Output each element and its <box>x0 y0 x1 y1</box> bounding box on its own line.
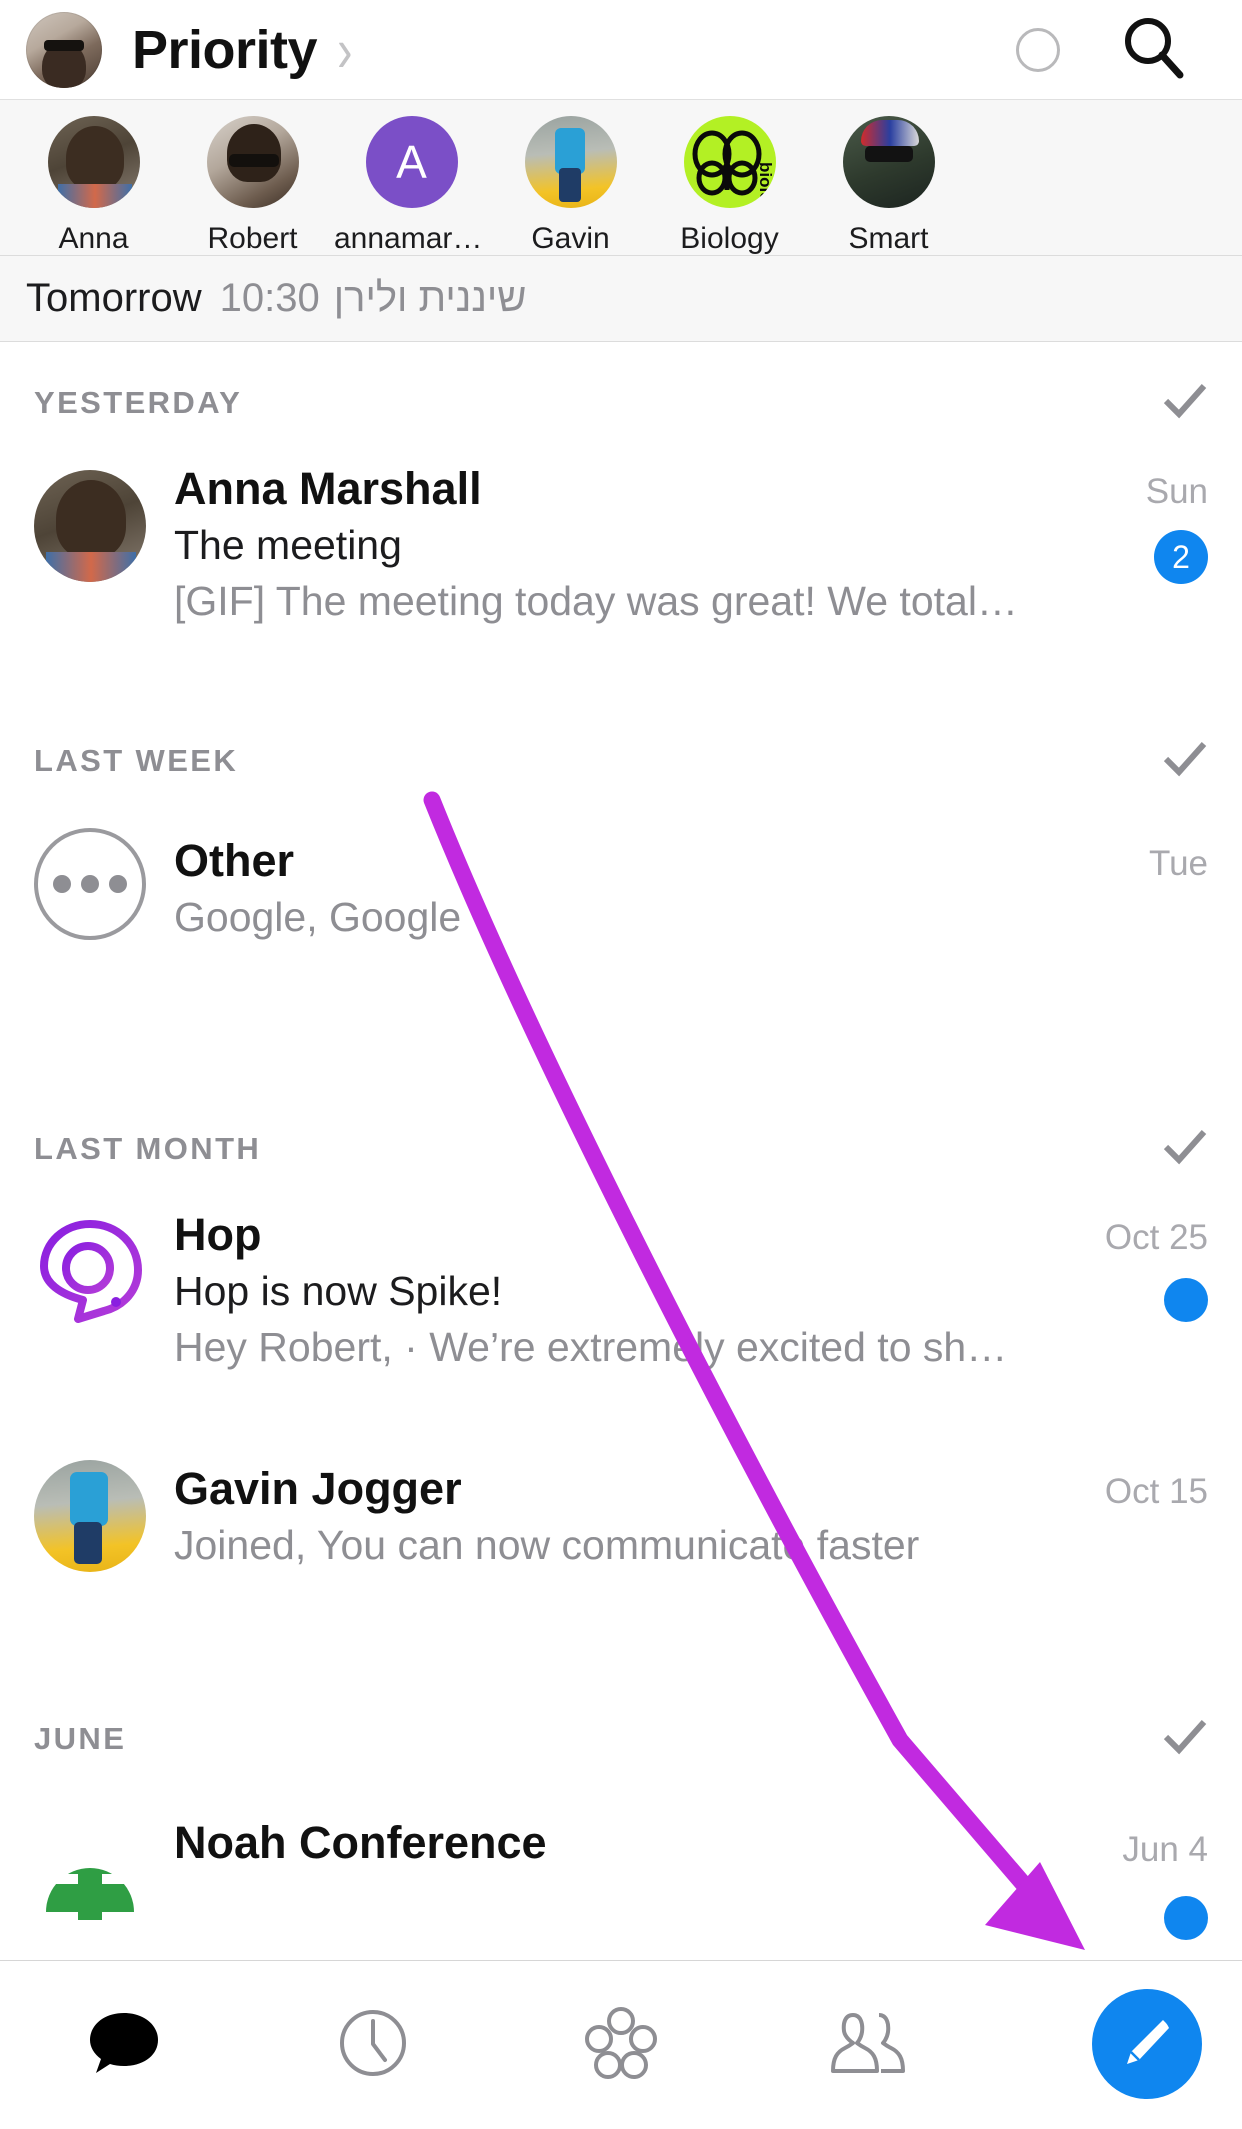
section-header-june: JUNE <box>0 1678 1242 1800</box>
compose-button[interactable] <box>1092 1989 1202 2099</box>
conversation-subject: The meeting <box>174 522 402 569</box>
section-header-yesterday: YESTERDAY <box>0 342 1242 464</box>
conversation-row-anna-marshall[interactable]: Anna Marshall The meeting [GIF] The meet… <box>0 464 1242 664</box>
tab-groups[interactable] <box>497 1961 745 2129</box>
strip-item-biology[interactable]: biology Biology <box>650 100 809 255</box>
app-root: Priority › Anna Robert A annamarsh… Gavi… <box>0 0 1242 2129</box>
strip-item-label: Gavin <box>531 222 610 255</box>
conversation-name: Anna Marshall <box>174 464 482 514</box>
avatar-initial: A <box>365 116 458 208</box>
conversation-list[interactable]: YESTERDAY Anna Marshall The meeting [GIF… <box>0 342 1242 1960</box>
conversation-date: Tue <box>1148 844 1208 883</box>
tab-chat[interactable] <box>0 1961 248 2129</box>
search-icon[interactable] <box>1122 15 1186 84</box>
avatar <box>34 470 146 582</box>
check-icon[interactable] <box>1162 1127 1208 1172</box>
conversation-row-other[interactable]: Other Google, Google Tue <box>0 822 1242 1022</box>
avatar <box>842 116 935 208</box>
conversation-meta: Jun 4 <box>1038 1810 1208 1960</box>
conversation-row-hop[interactable]: Hop Hop is now Spike! Hey Robert, · We’r… <box>0 1210 1242 1410</box>
tab-compose-slot <box>994 1961 1242 2129</box>
conversation-body: Hop Hop is now Spike! Hey Robert, · We’r… <box>174 1210 1038 1410</box>
conversation-snippet: Joined, You can now communicate faster <box>174 1522 920 1569</box>
status-circle-icon[interactable] <box>1016 27 1060 72</box>
unread-dot-badge <box>1164 1896 1208 1940</box>
strip-item-robert[interactable]: Robert <box>173 100 332 255</box>
conversation-name: Gavin Jogger <box>174 1464 462 1514</box>
check-icon[interactable] <box>1162 739 1208 784</box>
conversation-date: Sun <box>1145 472 1208 511</box>
conversation-meta: Sun 2 <box>1038 464 1208 664</box>
conversation-meta: Oct 15 <box>1038 1454 1208 1644</box>
strip-item-gavin[interactable]: Gavin <box>491 100 650 255</box>
tab-recent[interactable] <box>248 1961 496 2129</box>
conversation-date: Oct 25 <box>1104 1218 1208 1257</box>
conversation-body: Gavin Jogger Joined, You can now communi… <box>174 1454 1038 1644</box>
conversation-name: Noah Conference <box>174 1818 547 1868</box>
hop-spike-logo-icon <box>34 1216 146 1328</box>
noah-conference-logo-icon <box>34 1816 146 1928</box>
strip-item-anna[interactable]: Anna <box>14 100 173 255</box>
clock-icon <box>335 2005 411 2086</box>
avatar <box>34 1460 146 1572</box>
section-title: YESTERDAY <box>34 385 243 420</box>
conversation-body: Anna Marshall The meeting [GIF] The meet… <box>174 464 1038 664</box>
conversation-body: Noah Conference <box>174 1810 1038 1960</box>
conversation-row-gavin-jogger[interactable]: Gavin Jogger Joined, You can now communi… <box>0 1454 1242 1644</box>
conversation-meta: Oct 25 <box>1038 1210 1208 1410</box>
event-participants-label: שיננית ולירן <box>333 276 527 320</box>
section-title: LAST WEEK <box>34 743 239 778</box>
strip-item-label: annamarsh… <box>334 222 489 255</box>
chat-bubble-icon <box>86 2005 162 2086</box>
user-avatar[interactable] <box>26 11 102 88</box>
page-title: Priority <box>132 19 318 80</box>
people-icon <box>827 2005 911 2086</box>
conversation-snippet: [GIF] The meeting today was great! We to… <box>174 578 1018 625</box>
strip-item-label: Smart <box>848 222 929 255</box>
conversation-subject: Hop is now Spike! <box>174 1268 503 1315</box>
conversation-date: Oct 15 <box>1104 1472 1208 1511</box>
strip-item-smart[interactable]: Smart <box>809 100 968 255</box>
section-title: JUNE <box>34 1721 127 1756</box>
strip-item-annamarshall[interactable]: A annamarsh… <box>332 100 491 255</box>
section-header-last-week: LAST WEEK <box>0 700 1242 822</box>
avatar <box>47 116 140 208</box>
conversation-name: Hop <box>174 1210 262 1260</box>
groups-icon <box>581 2003 661 2088</box>
unread-dot-badge <box>1164 1278 1208 1322</box>
conversation-snippet: Hey Robert, · We’re extremely excited to… <box>174 1324 1018 1371</box>
bottom-tab-bar[interactable] <box>0 1960 1242 2129</box>
biology-butterfly-icon: biology <box>683 116 776 208</box>
event-day-label: Tomorrow <box>26 276 202 320</box>
avatar <box>524 116 617 208</box>
conversation-date: Jun 4 <box>1122 1830 1208 1869</box>
conversation-snippet: Google, Google <box>174 894 462 941</box>
strip-item-label: Biology <box>680 222 779 255</box>
conversation-row-noah-conference[interactable]: Noah Conference Jun 4 <box>0 1810 1242 1960</box>
section-header-last-month: LAST MONTH <box>0 1088 1242 1210</box>
strip-item-label: Robert <box>207 222 298 255</box>
conversation-meta: Tue <box>1038 822 1208 1022</box>
favorites-strip[interactable]: Anna Robert A annamarsh… Gavin <box>0 100 1242 256</box>
other-dots-icon <box>34 828 146 940</box>
svg-text:biology: biology <box>756 162 775 208</box>
app-header: Priority › <box>0 0 1242 100</box>
conversation-name: Other <box>174 836 295 886</box>
pencil-icon <box>1117 2012 1177 2077</box>
check-icon[interactable] <box>1162 381 1208 426</box>
strip-item-label: Anna <box>58 222 129 255</box>
tab-contacts[interactable] <box>745 1961 993 2129</box>
check-icon[interactable] <box>1162 1717 1208 1762</box>
avatar <box>206 116 299 208</box>
unread-badge: 2 <box>1154 530 1208 584</box>
section-title: LAST MONTH <box>34 1131 262 1166</box>
upcoming-event-banner[interactable]: Tomorrow 10:30 שיננית ולירן <box>0 256 1242 342</box>
event-time-label: 10:30 <box>219 276 320 320</box>
chevron-right-icon[interactable]: › <box>337 18 352 80</box>
conversation-body: Other Google, Google <box>174 822 1038 1022</box>
